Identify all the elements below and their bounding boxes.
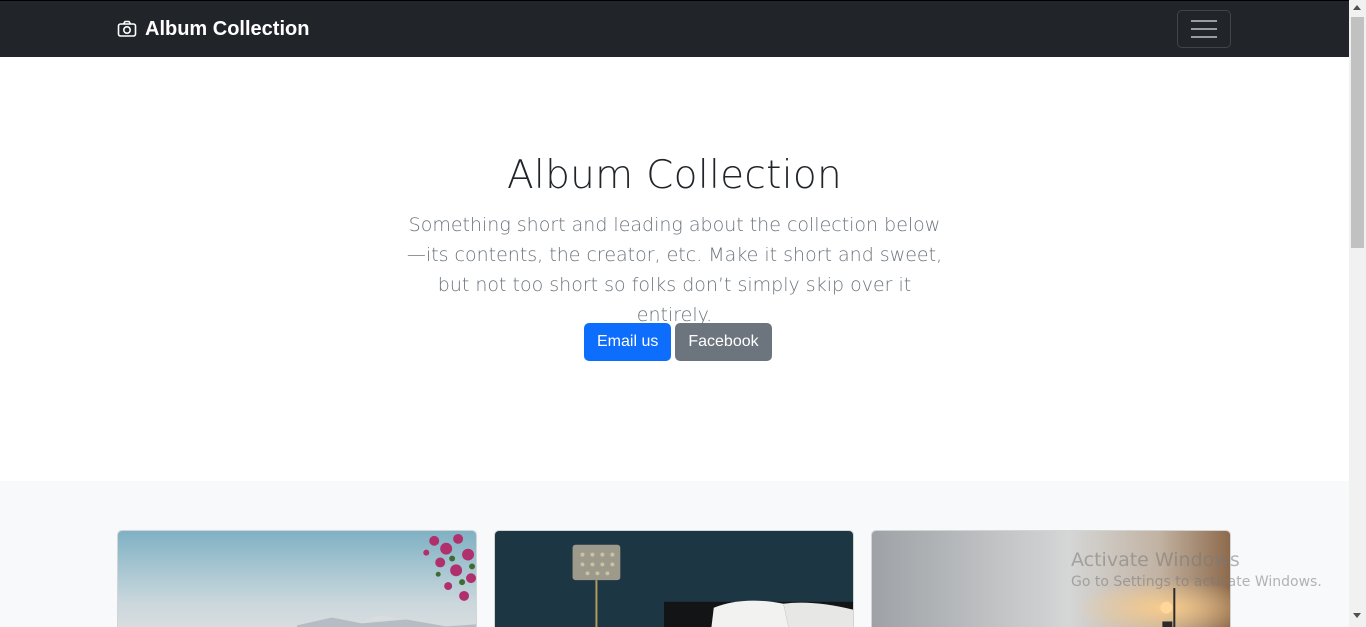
album-card[interactable] — [871, 530, 1231, 627]
hamburger-menu-icon — [1191, 20, 1217, 38]
album-card[interactable] — [494, 530, 854, 627]
scrollbar-thumb[interactable] — [1351, 17, 1364, 248]
facebook-button[interactable]: Facebook — [675, 323, 772, 361]
wall-lamp-photo — [872, 531, 1230, 627]
vertical-scrollbar[interactable] — [1349, 0, 1366, 627]
scroll-up-arrow-icon[interactable] — [1353, 5, 1361, 10]
seaside-flowers-photo — [118, 531, 476, 627]
navbar: Album Collection — [0, 1, 1349, 57]
hero-title: Album Collection — [506, 153, 843, 198]
brand-label: Album Collection — [145, 17, 310, 40]
album-card[interactable] — [117, 530, 477, 627]
bedroom-lamp-photo — [495, 531, 853, 627]
navbar-toggler-button[interactable] — [1177, 10, 1231, 48]
hero-section: Album Collection Something short and lea… — [0, 57, 1349, 481]
hero-buttons: Email us Facebook — [584, 323, 772, 361]
email-us-button[interactable]: Email us — [584, 323, 672, 361]
page-viewport: Album Collection Album Collection Someth… — [0, 0, 1349, 627]
hero-lead-text: Something short and leading about the co… — [406, 214, 943, 326]
navbar-brand[interactable]: Album Collection — [117, 1, 309, 57]
album-section — [0, 481, 1349, 627]
camera-icon — [117, 20, 137, 37]
scroll-down-arrow-icon[interactable] — [1353, 613, 1361, 618]
